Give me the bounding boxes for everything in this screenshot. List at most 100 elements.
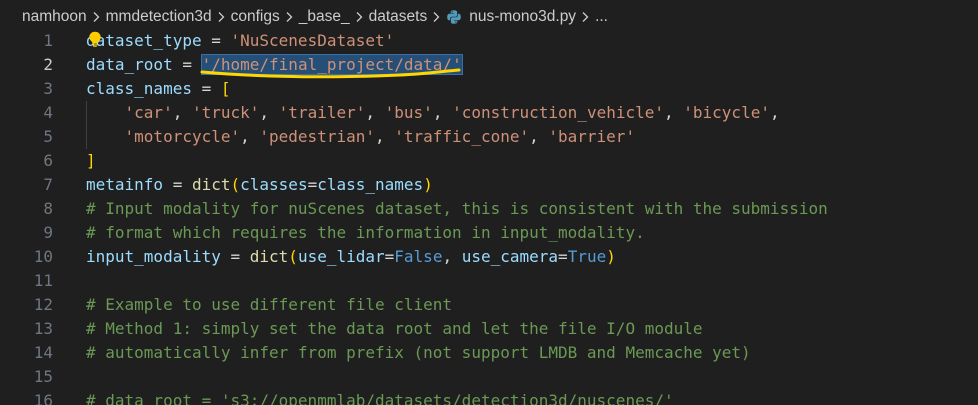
code-area[interactable]: 1 dataset_type = 'NuScenesDataset' 2 data_r… (0, 29, 978, 405)
code-token: , (374, 127, 395, 146)
code-token: = (220, 247, 250, 266)
code-token: # data_root = 's3://openmmlab/datasets/d… (86, 391, 674, 405)
code-token: ( (288, 247, 298, 266)
code-line[interactable]: 4 'car', 'truck', 'trailer', 'bus', 'con… (0, 101, 978, 125)
code-line[interactable]: 11 (0, 269, 978, 293)
code-line[interactable]: 16 # data_root = 's3://openmmlab/datasets… (0, 389, 978, 405)
code-token: 'NuScenesDataset' (230, 31, 395, 50)
code-line-content[interactable]: 'motorcycle', 'pedestrian', 'traffic_con… (86, 125, 636, 149)
code-token: dataset_type (86, 31, 202, 50)
code-editor[interactable]: namhoon mmdetection3d configs _base_ dat… (0, 0, 978, 405)
code-token: ) (606, 247, 616, 266)
code-line-content[interactable]: 'car', 'truck', 'trailer', 'bus', 'const… (86, 101, 780, 125)
code-token: classes (240, 175, 308, 194)
breadcrumb-item-file[interactable]: nus-mono3d.py (469, 8, 576, 26)
code-token: 'car' (124, 103, 173, 122)
code-line[interactable]: 3 class_names = [ (0, 77, 978, 101)
code-token: class_names (86, 79, 192, 98)
chevron-right-icon (92, 11, 101, 23)
line-number: 11 (33, 271, 53, 290)
breadcrumb-item-mmdetection3d[interactable]: mmdetection3d (106, 8, 212, 26)
code-token: 'construction_vehicle' (452, 103, 664, 122)
code-token: 'motorcycle' (124, 127, 241, 146)
line-number: 4 (43, 103, 53, 122)
line-number: 14 (33, 343, 53, 362)
code-line-content[interactable]: class_names = [ (86, 77, 231, 101)
code-token: False (394, 247, 443, 266)
code-token: metainfo (86, 175, 164, 194)
line-number: 9 (43, 223, 53, 242)
lightbulb-icon[interactable] (88, 31, 102, 47)
code-line-content[interactable]: # format which requires the information … (86, 221, 645, 245)
code-line[interactable]: 15 (0, 365, 978, 389)
code-token: ( (230, 175, 241, 194)
code-line[interactable]: 10 input_modality = dict(use_lidar=False,… (0, 245, 978, 269)
code-token: , (664, 103, 684, 122)
line-number: 16 (33, 391, 53, 405)
code-line-content[interactable]: ] (86, 149, 96, 173)
code-line-content[interactable]: data_root = '/home/final_project/data/' (86, 53, 463, 77)
code-token: ) (423, 175, 433, 194)
breadcrumb-item-datasets[interactable]: datasets (369, 8, 428, 26)
code-line-content[interactable]: dataset_type = 'NuScenesDataset' (86, 29, 394, 53)
code-line[interactable]: 5 'motorcycle', 'pedestrian', 'traffic_c… (0, 125, 978, 149)
code-line[interactable]: 9 # format which requires the information… (0, 221, 978, 245)
chevron-right-icon (217, 11, 226, 23)
code-token: , (240, 127, 260, 146)
code-token: 'traffic_cone' (394, 127, 530, 146)
code-token: ] (86, 151, 96, 170)
code-token: use_camera (461, 247, 559, 266)
code-token: True (567, 247, 607, 266)
code-line[interactable]: 13 # Method 1: simply set the data root a… (0, 317, 978, 341)
line-number: 5 (43, 127, 53, 146)
code-token: dict (249, 247, 289, 266)
code-line-content[interactable]: # Example to use different file client (86, 293, 452, 317)
breadcrumb-item-base[interactable]: _base_ (299, 8, 350, 26)
line-number: 3 (43, 79, 53, 98)
code-token: # format which requires the information … (86, 223, 645, 242)
breadcrumb-item-configs[interactable]: configs (231, 8, 280, 26)
chevron-right-icon (432, 11, 441, 23)
code-token: , (529, 127, 549, 146)
code-line-content[interactable]: # automatically infer from prefix (not s… (86, 341, 751, 365)
code-token: = (172, 55, 202, 74)
code-token: class_names (317, 175, 424, 194)
breadcrumb-item-namhoon[interactable]: namhoon (22, 8, 87, 26)
breadcrumb-ellipsis[interactable]: ... (595, 8, 608, 26)
code-token: , (769, 103, 780, 122)
code-token: = (201, 31, 231, 50)
code-token: = (384, 247, 395, 266)
code-line[interactable]: 14 # automatically infer from prefix (not… (0, 341, 978, 365)
code-token: 'bus' (384, 103, 433, 122)
code-token: , (365, 103, 385, 122)
code-token: data_root (86, 55, 173, 74)
code-token: [ (220, 79, 231, 98)
code-token: , (432, 103, 453, 122)
code-line[interactable]: 6] (0, 149, 978, 173)
code-token: use_lidar (297, 247, 385, 266)
line-number: 13 (33, 319, 53, 338)
code-token: , (442, 247, 462, 266)
code-line-content[interactable]: # Input modality for nuScenes dataset, t… (86, 197, 828, 221)
code-line[interactable]: 8 # Input modality for nuScenes dataset, … (0, 197, 978, 221)
code-token: 'barrier' (548, 127, 636, 146)
code-line[interactable]: 2 data_root = '/home/final_project/data/' (0, 53, 978, 77)
line-number: 10 (33, 247, 53, 266)
code-line[interactable]: 12 # Example to use different file client (0, 293, 978, 317)
code-line[interactable]: 7 metainfo = dict(classes=class_names) (0, 173, 978, 197)
code-token: # Example to use different file client (86, 295, 453, 314)
code-line-content[interactable]: # data_root = 's3://openmmlab/datasets/d… (86, 389, 674, 405)
code-line-content[interactable]: metainfo = dict(classes=class_names) (86, 173, 433, 197)
chevron-right-icon (581, 11, 590, 23)
code-token: dict (191, 175, 231, 194)
code-line-content[interactable]: # Method 1: simply set the data root and… (86, 317, 703, 341)
line-number: 2 (43, 55, 53, 74)
chevron-right-icon (285, 11, 294, 23)
code-line-content[interactable]: input_modality = dict(use_lidar=False, u… (86, 245, 616, 269)
chevron-right-icon (355, 11, 364, 23)
code-line[interactable]: 1 dataset_type = 'NuScenesDataset' (0, 29, 978, 53)
line-number: 7 (43, 175, 53, 194)
python-file-icon (446, 9, 462, 25)
